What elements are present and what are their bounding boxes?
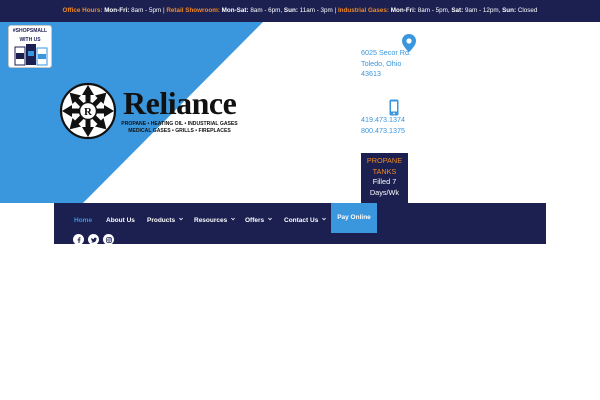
phone-number-2[interactable]: 800.473.1375 (361, 126, 405, 137)
nav-home[interactable]: Home (74, 214, 92, 227)
brand-tagline-2: MEDICAL GASES • GRILLS • FIREPLACES (128, 128, 231, 134)
phone-icon (389, 99, 399, 116)
hours-bar: Office Hours: Mon-Fri: 8am - 5pm | Retai… (0, 0, 600, 22)
phone-number-1[interactable]: 419.473.1374 (361, 115, 405, 126)
industrial-sat: Sat: (451, 7, 464, 14)
pay-online-button[interactable]: Pay Online (331, 203, 377, 233)
instagram-icon[interactable] (103, 234, 114, 245)
nav-contact-label: Contact Us (284, 217, 319, 224)
phone-block: 419.473.1374 800.473.1375 (361, 115, 405, 136)
nav-products[interactable]: Products (147, 214, 183, 227)
address-line-1: 6025 Secor Rd. (361, 48, 411, 57)
industrial-sun: Sun: (502, 7, 517, 14)
address-line-2: Toledo, Ohio (361, 58, 402, 68)
logo-emblem-letter: R (84, 106, 93, 118)
propane-tanks-box[interactable]: PROPANE TANKS Filled 7 Days/Wk (361, 153, 408, 204)
address-line-3: 43613 (361, 69, 381, 78)
retail-hours: 8am - 6pm, (248, 7, 284, 14)
nav-offers[interactable]: Offers (245, 214, 272, 227)
address-block[interactable]: 6025 Secor Rd. Toledo, Ohio 43613 (361, 48, 411, 80)
retail-label: Retail Showroom: (166, 7, 220, 14)
nav-products-label: Products (147, 217, 176, 224)
brand-tagline-1: PROPANE • HEATING OIL • INDUSTRIAL GASES (121, 121, 238, 127)
industrial-days: Mon-Fri: (389, 7, 416, 14)
industrial-hours: 8am - 5pm, (415, 7, 452, 14)
brand-name: Reliance (123, 85, 237, 121)
propane-line-4: Days/Wk (369, 187, 400, 197)
retail-days: Mon-Sat: (219, 7, 249, 14)
industrial-label: Industrial Gases: (337, 7, 390, 14)
retail-sun-hours: 11am - 3pm | (297, 7, 338, 14)
industrial-sat-hours: 9am - 12pm, (463, 7, 503, 14)
badge-line-1: #SHOPSMALL (12, 28, 48, 34)
shopsmall-badge[interactable]: #SHOPSMALL WITH US (8, 25, 52, 68)
propane-line-1: PROPANE (366, 156, 403, 165)
office-days: Mon-Fri: (104, 7, 130, 14)
chevron-down-icon (231, 217, 235, 221)
chevron-down-icon (179, 217, 183, 221)
nav-about-us[interactable]: About Us (106, 214, 135, 227)
nav-about-label: About Us (106, 217, 135, 224)
retail-sun: Sun: (283, 7, 298, 14)
propane-line-3: Filled 7 (372, 177, 397, 186)
nav-offers-label: Offers (245, 217, 265, 224)
industrial-sun-hours: Closed (516, 7, 538, 14)
chevron-down-icon (268, 217, 272, 221)
office-hours-label: Office Hours: (62, 7, 103, 14)
nav-resources[interactable]: Resources (194, 214, 235, 227)
nav-resources-label: Resources (194, 217, 228, 224)
nav-home-label: Home (74, 217, 93, 224)
chevron-down-icon (322, 217, 327, 221)
nav-contact-us[interactable]: Contact Us (284, 214, 327, 227)
main-nav: Home About Us Products Resources Offers … (54, 203, 546, 244)
propane-line-2: TANKS (372, 166, 397, 176)
shopping-bags-icon (14, 44, 48, 66)
office-hours: 8am - 5pm | (129, 7, 167, 14)
twitter-icon[interactable] (88, 234, 99, 245)
facebook-icon[interactable] (73, 234, 84, 245)
